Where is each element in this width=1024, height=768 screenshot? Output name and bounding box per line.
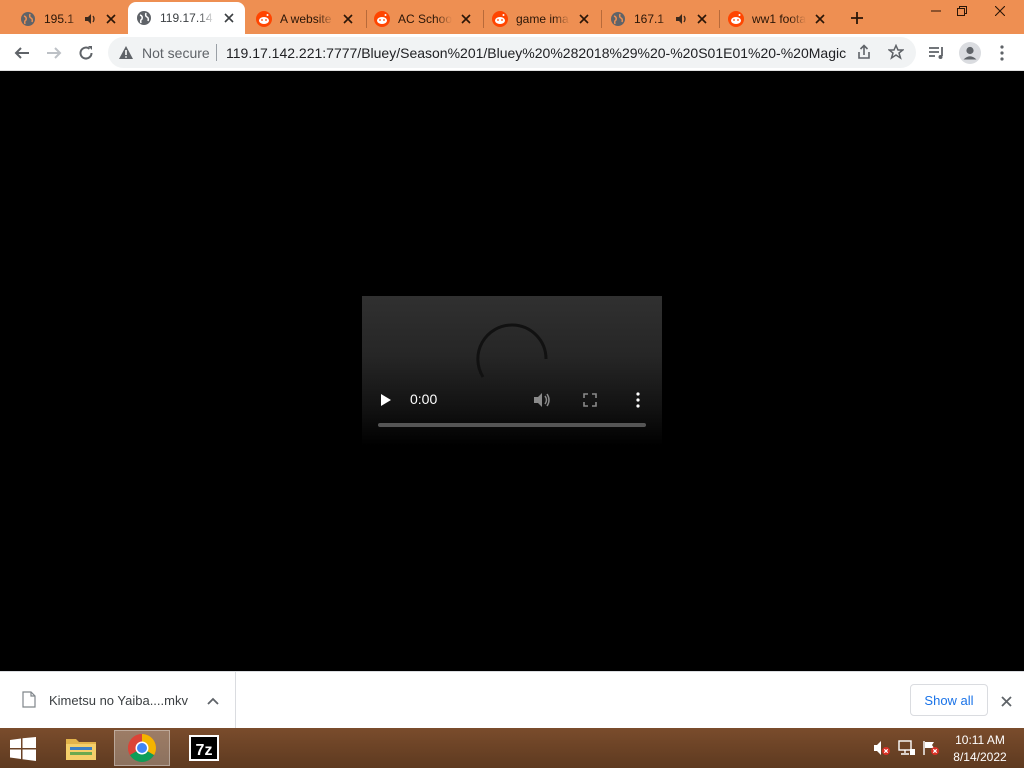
address-bar[interactable]: Not secure 119.17.142.221:7777/Bluey/Sea…	[108, 37, 916, 68]
music-queue-icon	[929, 47, 943, 59]
tab-title: 195.1	[44, 12, 75, 26]
download-item[interactable]: Kimetsu no Yaiba....mkv	[0, 672, 236, 728]
7zip-label: 7z	[196, 742, 213, 759]
clock-date: 8/14/2022	[953, 750, 1007, 764]
profile-button[interactable]	[956, 39, 984, 67]
taskbar-file-explorer[interactable]	[53, 730, 109, 766]
current-time: 0:00	[410, 391, 438, 407]
tab-6[interactable]: 167.1	[602, 4, 718, 34]
close-icon	[995, 6, 1005, 16]
tab-title: 167.1	[634, 12, 665, 26]
new-tab-button[interactable]	[846, 7, 868, 29]
tab-title: game ima	[516, 12, 569, 26]
player-options-button[interactable]	[626, 388, 650, 412]
file-icon	[22, 691, 36, 708]
reddit-icon	[256, 11, 272, 27]
download-file-name: Kimetsu no Yaiba....mkv	[49, 693, 188, 708]
tab-strip: 195.1 119.17.14 A website AC Schoo game …	[0, 0, 1024, 34]
close-window-button[interactable]	[982, 0, 1018, 22]
reload-icon	[79, 46, 93, 60]
arrow-right-icon	[47, 47, 62, 59]
windows-logo-icon	[10, 737, 36, 761]
restore-icon	[957, 6, 967, 16]
tab-close-icon[interactable]	[812, 11, 828, 27]
chevron-up-icon	[207, 697, 219, 705]
network-icon[interactable]	[898, 740, 916, 756]
restore-button[interactable]	[944, 0, 980, 22]
omnibox-divider	[216, 44, 217, 61]
browser-toolbar: Not secure 119.17.142.221:7777/Bluey/Sea…	[0, 34, 1024, 71]
globe-icon	[610, 11, 626, 27]
loading-spinner-icon	[476, 323, 548, 378]
play-button[interactable]	[374, 388, 398, 412]
tab-close-icon[interactable]	[103, 11, 119, 27]
tab-title: AC Schoo	[398, 12, 452, 26]
reddit-icon	[374, 11, 390, 27]
tab-4[interactable]: AC Schoo	[366, 4, 482, 34]
reddit-icon	[492, 11, 508, 27]
more-vertical-icon	[1000, 45, 1004, 61]
plus-icon	[851, 12, 863, 24]
fullscreen-button[interactable]	[578, 388, 602, 412]
7zip-icon: 7z	[189, 735, 219, 761]
download-shelf: Kimetsu no Yaiba....mkv Show all	[0, 671, 1024, 728]
tab-title: ww1 foota	[752, 12, 806, 26]
arrow-left-icon	[14, 47, 29, 59]
security-label[interactable]: Not secure	[142, 45, 210, 61]
warning-icon[interactable]	[118, 45, 134, 60]
windows-taskbar: 7z 10:11 AM 8/14/2022	[0, 728, 1024, 768]
tab-close-icon[interactable]	[694, 11, 710, 27]
volume-muted-icon[interactable]	[873, 740, 891, 756]
tab-close-icon[interactable]	[576, 11, 592, 27]
folder-icon	[66, 739, 96, 760]
show-all-button[interactable]: Show all	[910, 684, 988, 716]
avatar-icon	[959, 42, 981, 64]
tab-3[interactable]: A website	[248, 4, 364, 34]
reload-button[interactable]	[72, 39, 100, 67]
chrome-icon	[128, 734, 156, 762]
volume-icon	[534, 393, 550, 407]
share-icon[interactable]	[856, 44, 872, 60]
globe-icon	[20, 11, 36, 27]
taskbar-7zip[interactable]: 7z	[176, 730, 232, 766]
tab-close-icon[interactable]	[458, 11, 474, 27]
speaker-icon[interactable]	[674, 12, 688, 26]
reddit-icon	[728, 11, 744, 27]
start-button[interactable]	[8, 736, 38, 762]
media-controls-button[interactable]	[923, 39, 951, 67]
speaker-icon[interactable]	[83, 12, 97, 26]
clock-time: 10:11 AM	[955, 733, 1005, 747]
tab-1[interactable]: 195.1	[12, 4, 127, 34]
action-center-flag-icon[interactable]	[922, 740, 940, 756]
tab-2-active[interactable]: 119.17.14	[128, 2, 245, 34]
fullscreen-icon	[583, 393, 597, 407]
url-text[interactable]: 119.17.142.221:7777/Bluey/Season%201/Blu…	[226, 45, 846, 61]
taskbar-chrome[interactable]	[114, 730, 170, 766]
bookmark-star-icon[interactable]	[888, 44, 904, 60]
more-vertical-icon	[636, 392, 640, 408]
tab-close-icon[interactable]	[340, 11, 356, 27]
download-options-button[interactable]	[204, 692, 222, 710]
mute-button[interactable]	[530, 388, 554, 412]
tab-close-icon[interactable]	[221, 10, 237, 26]
globe-icon	[136, 10, 152, 26]
tab-7[interactable]: ww1 foota	[720, 4, 836, 34]
tab-5[interactable]: game ima	[484, 4, 600, 34]
menu-button[interactable]	[988, 39, 1016, 67]
minimize-icon	[931, 10, 941, 12]
back-button[interactable]	[8, 39, 36, 67]
tab-title: A website	[280, 12, 332, 26]
page-content: 0:00	[0, 71, 1024, 671]
close-shelf-button[interactable]	[996, 691, 1016, 711]
video-player[interactable]: 0:00	[362, 296, 662, 446]
seek-bar[interactable]	[378, 423, 646, 427]
close-icon	[1000, 695, 1012, 707]
tab-title: 119.17.14	[160, 11, 213, 25]
system-clock[interactable]: 10:11 AM 8/14/2022	[944, 732, 1016, 766]
play-icon	[381, 394, 391, 406]
forward-button[interactable]	[40, 39, 68, 67]
